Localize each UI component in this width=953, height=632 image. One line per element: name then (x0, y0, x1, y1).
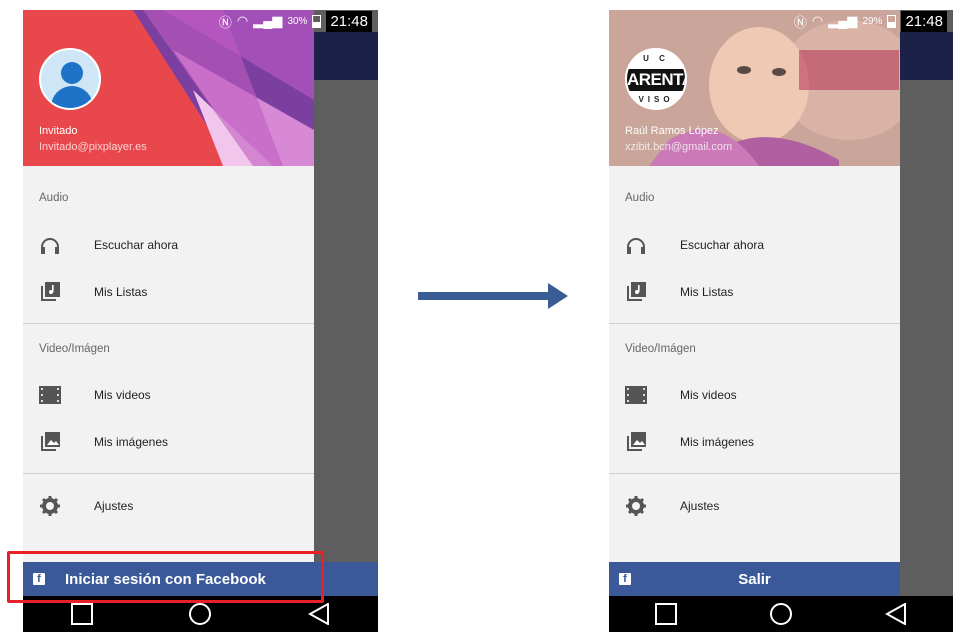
circle-icon (769, 603, 792, 625)
logo-text-bottom: VISO (638, 95, 674, 104)
divider (23, 323, 314, 324)
scrim-overlay[interactable] (900, 80, 953, 596)
divider (609, 323, 900, 324)
menu-item-mis-imagenes[interactable]: Mis imágenes (23, 422, 314, 462)
clock: 21:48 (901, 10, 947, 32)
wifi-icon: ◠ (236, 13, 249, 28)
triangle-back-icon (307, 603, 329, 625)
headphones-icon (625, 234, 647, 256)
menu-label: Ajustes (94, 499, 134, 513)
menu-item-mis-videos[interactable]: Mis videos (23, 375, 314, 415)
menu-item-escuchar[interactable]: Escuchar ahora (609, 225, 900, 265)
android-nav-bar (609, 596, 953, 632)
headphones-icon (39, 234, 61, 256)
section-video-label: Video/Imágen (625, 343, 696, 355)
triangle-back-icon (884, 603, 906, 625)
wifi-icon: ◠ (811, 13, 824, 28)
section-video-label: Video/Imágen (39, 343, 110, 355)
home-button[interactable] (769, 602, 793, 626)
menu-item-ajustes[interactable]: Ajustes (609, 486, 900, 526)
recents-button[interactable] (654, 602, 678, 626)
navigation-drawer: U C ARENTA VISO Raúl Ramos López xzibit.… (609, 10, 900, 596)
signal-icon: ▂▄▆ (828, 13, 858, 28)
circle-icon (189, 603, 212, 625)
back-button[interactable] (307, 602, 331, 626)
logout-button[interactable]: f Salir (609, 562, 900, 596)
battery-percent: 30% (287, 15, 308, 27)
user-email: Invitado@pixplayer.es (39, 141, 147, 153)
menu-item-mis-imagenes[interactable]: Mis imágenes (609, 422, 900, 462)
battery-icon (312, 14, 322, 28)
guest-avatar[interactable] (39, 48, 101, 110)
menu-item-mis-listas[interactable]: Mis Listas (609, 272, 900, 312)
menu-label: Mis Listas (94, 285, 148, 299)
gear-icon (39, 495, 61, 517)
menu-label: Ajustes (680, 499, 720, 513)
film-icon (625, 384, 647, 406)
scrim-overlay[interactable] (314, 80, 378, 596)
menu-label: Escuchar ahora (680, 238, 765, 252)
logo-text-top: U C (643, 54, 669, 63)
signal-icon: ▂▄▆ (253, 13, 283, 28)
section-audio-label: Audio (625, 192, 655, 204)
battery-icon (887, 14, 897, 28)
drawer-header: Invitado Invitado@pixplayer.es (23, 10, 314, 166)
profile-avatar[interactable]: U C ARENTA VISO (625, 48, 687, 110)
navigation-drawer: Invitado Invitado@pixplayer.es Audio Esc… (23, 10, 314, 596)
user-email: xzibit.bcn@gmail.com (625, 141, 733, 153)
menu-label: Mis imágenes (680, 435, 755, 449)
status-bar: Ⓝ ◠ ▂▄▆ 29% 21:48 (609, 10, 953, 32)
transition-arrow-icon (418, 283, 568, 309)
menu-label: Mis imágenes (94, 435, 169, 449)
highlight-box (7, 551, 324, 603)
playlist-icon (39, 281, 61, 303)
logout-label: Salir (738, 570, 771, 588)
drawer-header: U C ARENTA VISO Raúl Ramos López xzibit.… (609, 10, 900, 166)
film-icon (39, 384, 61, 406)
phone-screen-after: U C ARENTA VISO Raúl Ramos López xzibit.… (609, 10, 953, 632)
divider (609, 473, 900, 474)
gear-icon (625, 495, 647, 517)
divider (23, 473, 314, 474)
nfc-icon: Ⓝ (218, 14, 232, 30)
nfc-icon: Ⓝ (793, 14, 807, 30)
status-bar: Ⓝ ◠ ▂▄▆ 30% 21:48 (23, 10, 378, 32)
menu-label: Mis videos (680, 388, 737, 402)
menu-label: Escuchar ahora (94, 238, 179, 252)
user-name: Invitado (39, 125, 78, 137)
menu-item-ajustes[interactable]: Ajustes (23, 486, 314, 526)
avatar-body-shape (51, 86, 93, 108)
menu-label: Mis videos (94, 388, 151, 402)
avatar-head-shape (61, 62, 83, 84)
menu-item-mis-listas[interactable]: Mis Listas (23, 272, 314, 312)
back-button[interactable] (884, 602, 908, 626)
user-name: Raúl Ramos López (625, 125, 719, 137)
phone-screen-before: Invitado Invitado@pixplayer.es Audio Esc… (23, 10, 378, 632)
clock: 21:48 (326, 10, 372, 32)
home-button[interactable] (188, 602, 212, 626)
square-icon (655, 603, 678, 625)
menu-item-escuchar[interactable]: Escuchar ahora (23, 225, 314, 265)
square-icon (71, 603, 94, 625)
recents-button[interactable] (70, 602, 94, 626)
battery-percent: 29% (862, 15, 883, 27)
photo-library-icon (625, 431, 647, 453)
playlist-icon (625, 281, 647, 303)
section-audio-label: Audio (39, 192, 69, 204)
menu-item-mis-videos[interactable]: Mis videos (609, 375, 900, 415)
menu-label: Mis Listas (680, 285, 734, 299)
logo-text-band: ARENTA (627, 69, 687, 91)
photo-library-icon (39, 431, 61, 453)
